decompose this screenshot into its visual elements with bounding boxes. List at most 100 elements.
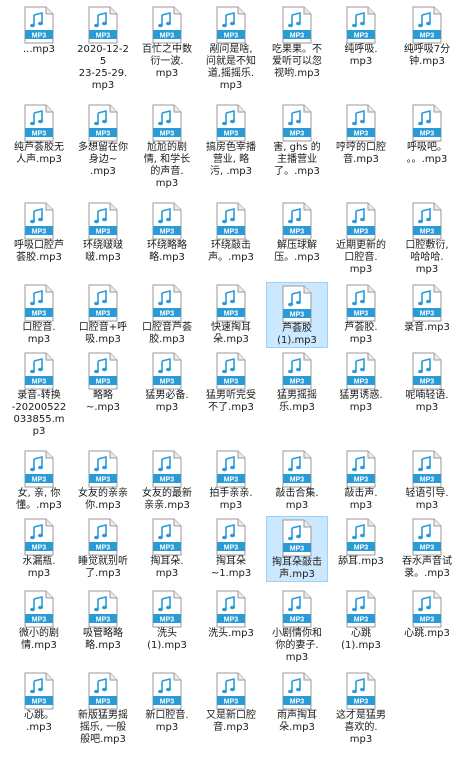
file-item[interactable]: MP3 雨声掏耳 朵.mp3 [266,670,328,734]
mp3-file-icon: MP3 [24,672,54,710]
file-item[interactable]: MP3 纯芦荟胶无 人声.mp3 [8,102,70,166]
file-name: 害, ghs 的 主播营业 了。.mp3 [273,142,321,177]
file-item[interactable]: MP3 纯呼吸. mp3 [330,4,392,68]
file-type-badge: MP3 [290,228,305,235]
mp3-file-icon: MP3 [24,590,54,628]
file-item[interactable]: MP3 轻语引导. mp3 [396,448,458,512]
file-item[interactable]: MP3 掏耳朵. mp3 [136,516,198,580]
file-item[interactable]: MP3 洗头 (1).mp3 [136,588,198,652]
mp3-file-icon: MP3 [282,352,312,390]
file-item[interactable]: MP3 口腔音. mp3 [8,282,70,346]
file-item[interactable]: MP3 吃果果。不 爱听可以忽 视哟.mp3 [266,4,328,80]
file-item[interactable]: MP3 吞水声音试 录。.mp3 [396,516,458,580]
file-item[interactable]: MP3 ...mp3 [8,4,70,56]
file-item[interactable]: MP3 口腔音芦荟 胶.mp3 [136,282,198,346]
file-item[interactable]: MP3 略略 ~.mp3 [72,350,134,414]
mp3-file-icon: MP3 [24,352,54,390]
file-type-badge: MP3 [354,616,369,623]
file-item[interactable]: MP3 呢喃轻语. mp3 [396,350,458,414]
file-item[interactable]: MP3 舔耳.mp3 [330,516,392,568]
file-type-badge: MP3 [224,228,239,235]
file-item[interactable]: MP3 芦荟胶. mp3 [330,282,392,346]
file-type-badge: MP3 [420,378,435,385]
file-type-badge: MP3 [290,378,305,385]
file-item[interactable]: MP3 呼吸口腔芦 荟胶.mp3 [8,200,70,264]
mp3-file-icon: MP3 [346,590,376,628]
file-item[interactable]: MP3 呼吸吧。 。。.mp3 [396,102,458,166]
file-item[interactable]: MP3 录音-转换 -20200522 033855.m p3 [8,350,70,438]
mp3-file-icon: MP3 [152,104,182,142]
file-item[interactable]: MP3 纯呼吸7分 钟.mp3 [396,4,458,68]
file-item[interactable]: MP3 害, ghs 的 主播营业 了。.mp3 [266,102,328,178]
file-item[interactable]: MP3 掏耳朵 ~1.mp3 [200,516,262,580]
file-item[interactable]: MP3 新口腔音. mp3 [136,670,198,734]
file-item[interactable]: MP3 这才是猛男 喜欢的. mp3 [330,670,392,746]
mp3-file-icon: MP3 [412,518,442,556]
file-item[interactable]: MP3 心跳 (1).mp3 [330,588,392,652]
file-type-badge: MP3 [32,544,47,551]
file-item[interactable]: MP3 猛男摇摇 乐.mp3 [266,350,328,414]
mp3-file-icon: MP3 [216,518,246,556]
mp3-file-icon: MP3 [216,590,246,628]
file-type-badge: MP3 [420,544,435,551]
file-item[interactable]: MP3 女, 亲, 你 懂。.mp3 [8,448,70,512]
file-item[interactable]: MP3 快速掏耳 朵.mp3 [200,282,262,346]
file-item[interactable]: MP3 环绕啵啵 啵.mp3 [72,200,134,264]
file-type-badge: MP3 [224,310,239,317]
file-item[interactable]: MP3 女友的亲亲 你.mp3 [72,448,134,512]
file-name: 心跳.mp3 [404,628,450,639]
file-item[interactable]: MP3 猛男听完受 不了.mp3 [200,350,262,414]
file-item[interactable]: MP3 2020-12-2 5 23-25-29. mp3 [72,4,134,92]
mp3-file-icon: MP3 [216,104,246,142]
file-name: 口腔音. mp3 [22,322,56,345]
file-item[interactable]: MP3 尬尬的剧 情, 和学长 的声音. mp3 [136,102,198,190]
file-item[interactable]: MP3 洗头.mp3 [200,588,262,640]
file-item[interactable]: MP3 百忙之中数 衍一波. mp3 [136,4,198,80]
mp3-file-icon: MP3 [346,450,376,488]
file-name: 心跳。 .mp3 [24,710,54,733]
file-item[interactable]: MP3 敲击声. mp3 [330,448,392,512]
file-item[interactable]: MP3 小剧情你和 你的妻子. mp3 [266,588,328,664]
mp3-file-icon: MP3 [216,672,246,710]
file-name: 纯呼吸7分 钟.mp3 [403,44,451,67]
mp3-file-icon: MP3 [346,202,376,240]
file-item[interactable]: MP3 环绕略略 略.mp3 [136,200,198,264]
file-item[interactable]: MP3 口腔音+呼 吸.mp3 [72,282,134,346]
file-item[interactable]: MP3 多想留在你 身边~ .mp3 [72,102,134,178]
file-item[interactable]: MP3 解压球解 压。.mp3 [266,200,328,264]
mp3-file-icon: MP3 [88,352,118,390]
file-name: 剐问是啥, 问就是不知 道,摇摇乐. mp3 [206,44,256,91]
file-item[interactable]: MP3 剐问是啥, 问就是不知 道,摇摇乐. mp3 [200,4,262,92]
mp3-file-icon: MP3 [152,352,182,390]
file-item[interactable]: MP3 心跳。 .mp3 [8,670,70,734]
file-item[interactable]: MP3 环绕敲击 声。.mp3 [200,200,262,264]
mp3-file-icon: MP3 [88,518,118,556]
file-item[interactable]: MP3 近期更新的 口腔音. mp3 [330,200,392,276]
file-item[interactable]: MP3 又是新口腔 音.mp3 [200,670,262,734]
file-item[interactable]: MP3 猛男必备. mp3 [136,350,198,414]
file-item[interactable]: MP3 拍手亲亲. mp3 [200,448,262,512]
file-item[interactable]: MP3 新版猛男摇 摇乐, 一般 般吧.mp3 [72,670,134,746]
file-type-badge: MP3 [160,130,175,137]
file-item[interactable]: MP3 水漏瓶. mp3 [8,516,70,580]
file-item[interactable]: MP3 猛男诱惑. mp3 [330,350,392,414]
file-name: 轻语引导. mp3 [405,488,449,511]
file-item[interactable]: MP3 哼哼的口腔 音.mp3 [330,102,392,166]
file-name: 又是新口腔 音.mp3 [206,710,256,733]
file-item[interactable]: MP3 心跳.mp3 [396,588,458,640]
file-item[interactable]: MP3 女友的最新 亲亲.mp3 [136,448,198,512]
file-item[interactable]: MP3 搞房色宰播 营业, 略 污, .mp3 [200,102,262,178]
file-item[interactable]: MP3 芦荟胶 (1).mp3 [266,282,328,348]
file-item[interactable]: MP3 睡觉就别听 了.mp3 [72,516,134,580]
file-item[interactable]: MP3 录音.mp3 [396,282,458,334]
file-item[interactable]: MP3 微小的剧 情.mp3 [8,588,70,652]
file-item[interactable]: MP3 吸管略略 略.mp3 [72,588,134,652]
file-item[interactable]: MP3 口腔敷衍, 哈哈哈. mp3 [396,200,458,276]
file-item[interactable]: MP3 敲击合集. mp3 [266,448,328,512]
file-type-badge: MP3 [160,310,175,317]
mp3-file-icon: MP3 [282,104,312,142]
file-item[interactable]: MP3 掏耳朵敲击 声.mp3 [266,516,328,582]
file-type-badge: MP3 [224,378,239,385]
file-type-badge: MP3 [96,228,111,235]
file-name: 女友的最新 亲亲.mp3 [142,488,192,511]
